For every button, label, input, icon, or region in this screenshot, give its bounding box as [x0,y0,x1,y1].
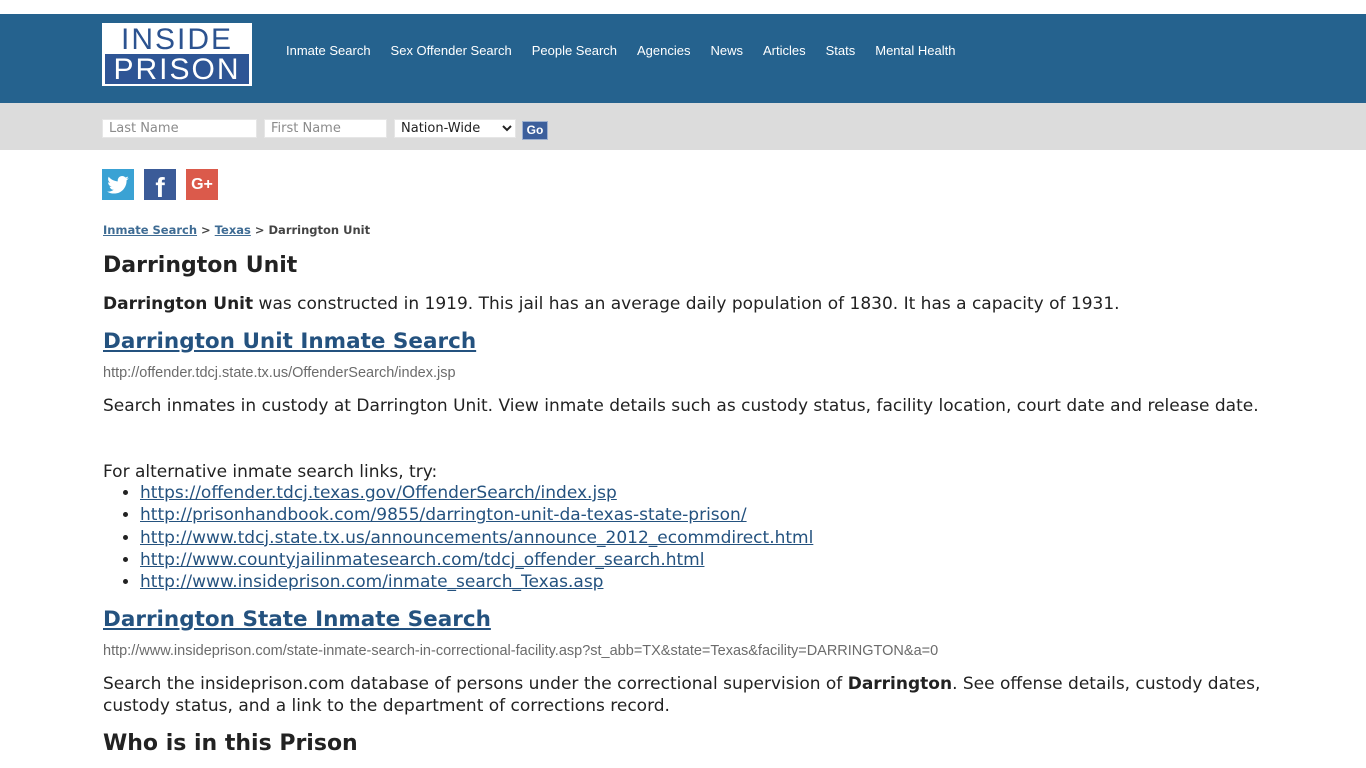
alt-link[interactable]: http://www.insideprison.com/inmate_searc… [140,572,603,592]
nav-articles[interactable]: Articles [763,43,806,58]
main-nav: Inmate Search Sex Offender Search People… [286,43,975,58]
nav-inmate-search[interactable]: Inmate Search [286,43,371,58]
breadcrumb-separator: > [201,223,211,237]
nav-mental-health[interactable]: Mental Health [875,43,955,58]
list-item: http://www.insideprison.com/inmate_searc… [140,571,813,593]
section-state-search-heading: Darrington State Inmate Search [103,607,491,632]
facebook-icon[interactable]: f [144,169,176,203]
google-plus-glyph: G+ [191,175,213,193]
nav-agencies[interactable]: Agencies [637,43,690,58]
logo-line-2: PRISON [105,54,249,85]
list-item: http://prisonhandbook.com/9855/darringto… [140,504,813,526]
last-name-input[interactable] [102,119,257,138]
alt-link[interactable]: http://prisonhandbook.com/9855/darringto… [140,505,747,525]
state-search-desc-bold: Darrington [847,674,953,694]
breadcrumb: Inmate Search > Texas > Darrington Unit [103,223,370,237]
alt-links-list: https://offender.tdcj.texas.gov/Offender… [103,482,813,593]
twitter-icon[interactable] [102,169,134,200]
site-logo[interactable]: INSIDE PRISON [102,23,252,86]
who-is-in-prison-heading: Who is in this Prison [103,731,358,756]
first-name-input[interactable] [264,119,387,138]
google-plus-icon[interactable]: G+ [186,169,218,200]
alt-link[interactable]: http://www.countyjailinmatesearch.com/td… [140,550,704,570]
breadcrumb-inmate-search[interactable]: Inmate Search [103,223,197,237]
page-title: Darrington Unit [103,253,298,278]
breadcrumb-current: Darrington Unit [268,223,371,237]
state-search-description: Search the insideprison.com database of … [103,673,1268,717]
list-item: http://www.tdcj.state.tx.us/announcement… [140,527,813,549]
inmate-search-description: Search inmates in custody at Darrington … [103,396,1259,416]
state-inmate-search-link[interactable]: Darrington State Inmate Search [103,607,491,632]
nav-sex-offender-search[interactable]: Sex Offender Search [391,43,512,58]
facility-name-bold: Darrington Unit [103,294,254,314]
alt-links-intro: For alternative inmate search links, try… [103,462,438,482]
alt-link[interactable]: https://offender.tdcj.texas.gov/Offender… [140,483,617,503]
section-inmate-search-heading: Darrington Unit Inmate Search [103,329,476,354]
nav-news[interactable]: News [710,43,743,58]
facebook-glyph: f [155,171,165,203]
inmate-search-link[interactable]: Darrington Unit Inmate Search [103,329,476,354]
social-share: f G+ [102,169,218,203]
nav-people-search[interactable]: People Search [532,43,617,58]
facility-intro-text: was constructed in 1919. This jail has a… [253,294,1120,314]
list-item: http://www.countyjailinmatesearch.com/td… [140,549,813,571]
state-search-url: http://www.insideprison.com/state-inmate… [103,643,939,659]
scope-select[interactable]: Nation-Wide [394,119,516,138]
inmate-search-url: http://offender.tdcj.state.tx.us/Offende… [103,365,456,381]
logo-line-1: INSIDE [120,23,234,56]
nav-stats[interactable]: Stats [826,43,856,58]
breadcrumb-separator: > [254,223,265,237]
top-strip [0,0,1366,14]
go-button[interactable]: Go [522,121,548,140]
alt-link[interactable]: http://www.tdcj.state.tx.us/announcement… [140,528,813,548]
state-search-desc-pre: Search the insideprison.com database of … [103,674,848,694]
site-header: INSIDE PRISON Inmate Search Sex Offender… [0,14,1366,103]
list-item: https://offender.tdcj.texas.gov/Offender… [140,482,813,504]
breadcrumb-texas[interactable]: Texas [215,223,251,237]
search-bar: Nation-Wide Go [0,103,1366,150]
twitter-bird-glyph [107,175,129,194]
facility-intro: Darrington Unit was constructed in 1919.… [103,294,1273,314]
